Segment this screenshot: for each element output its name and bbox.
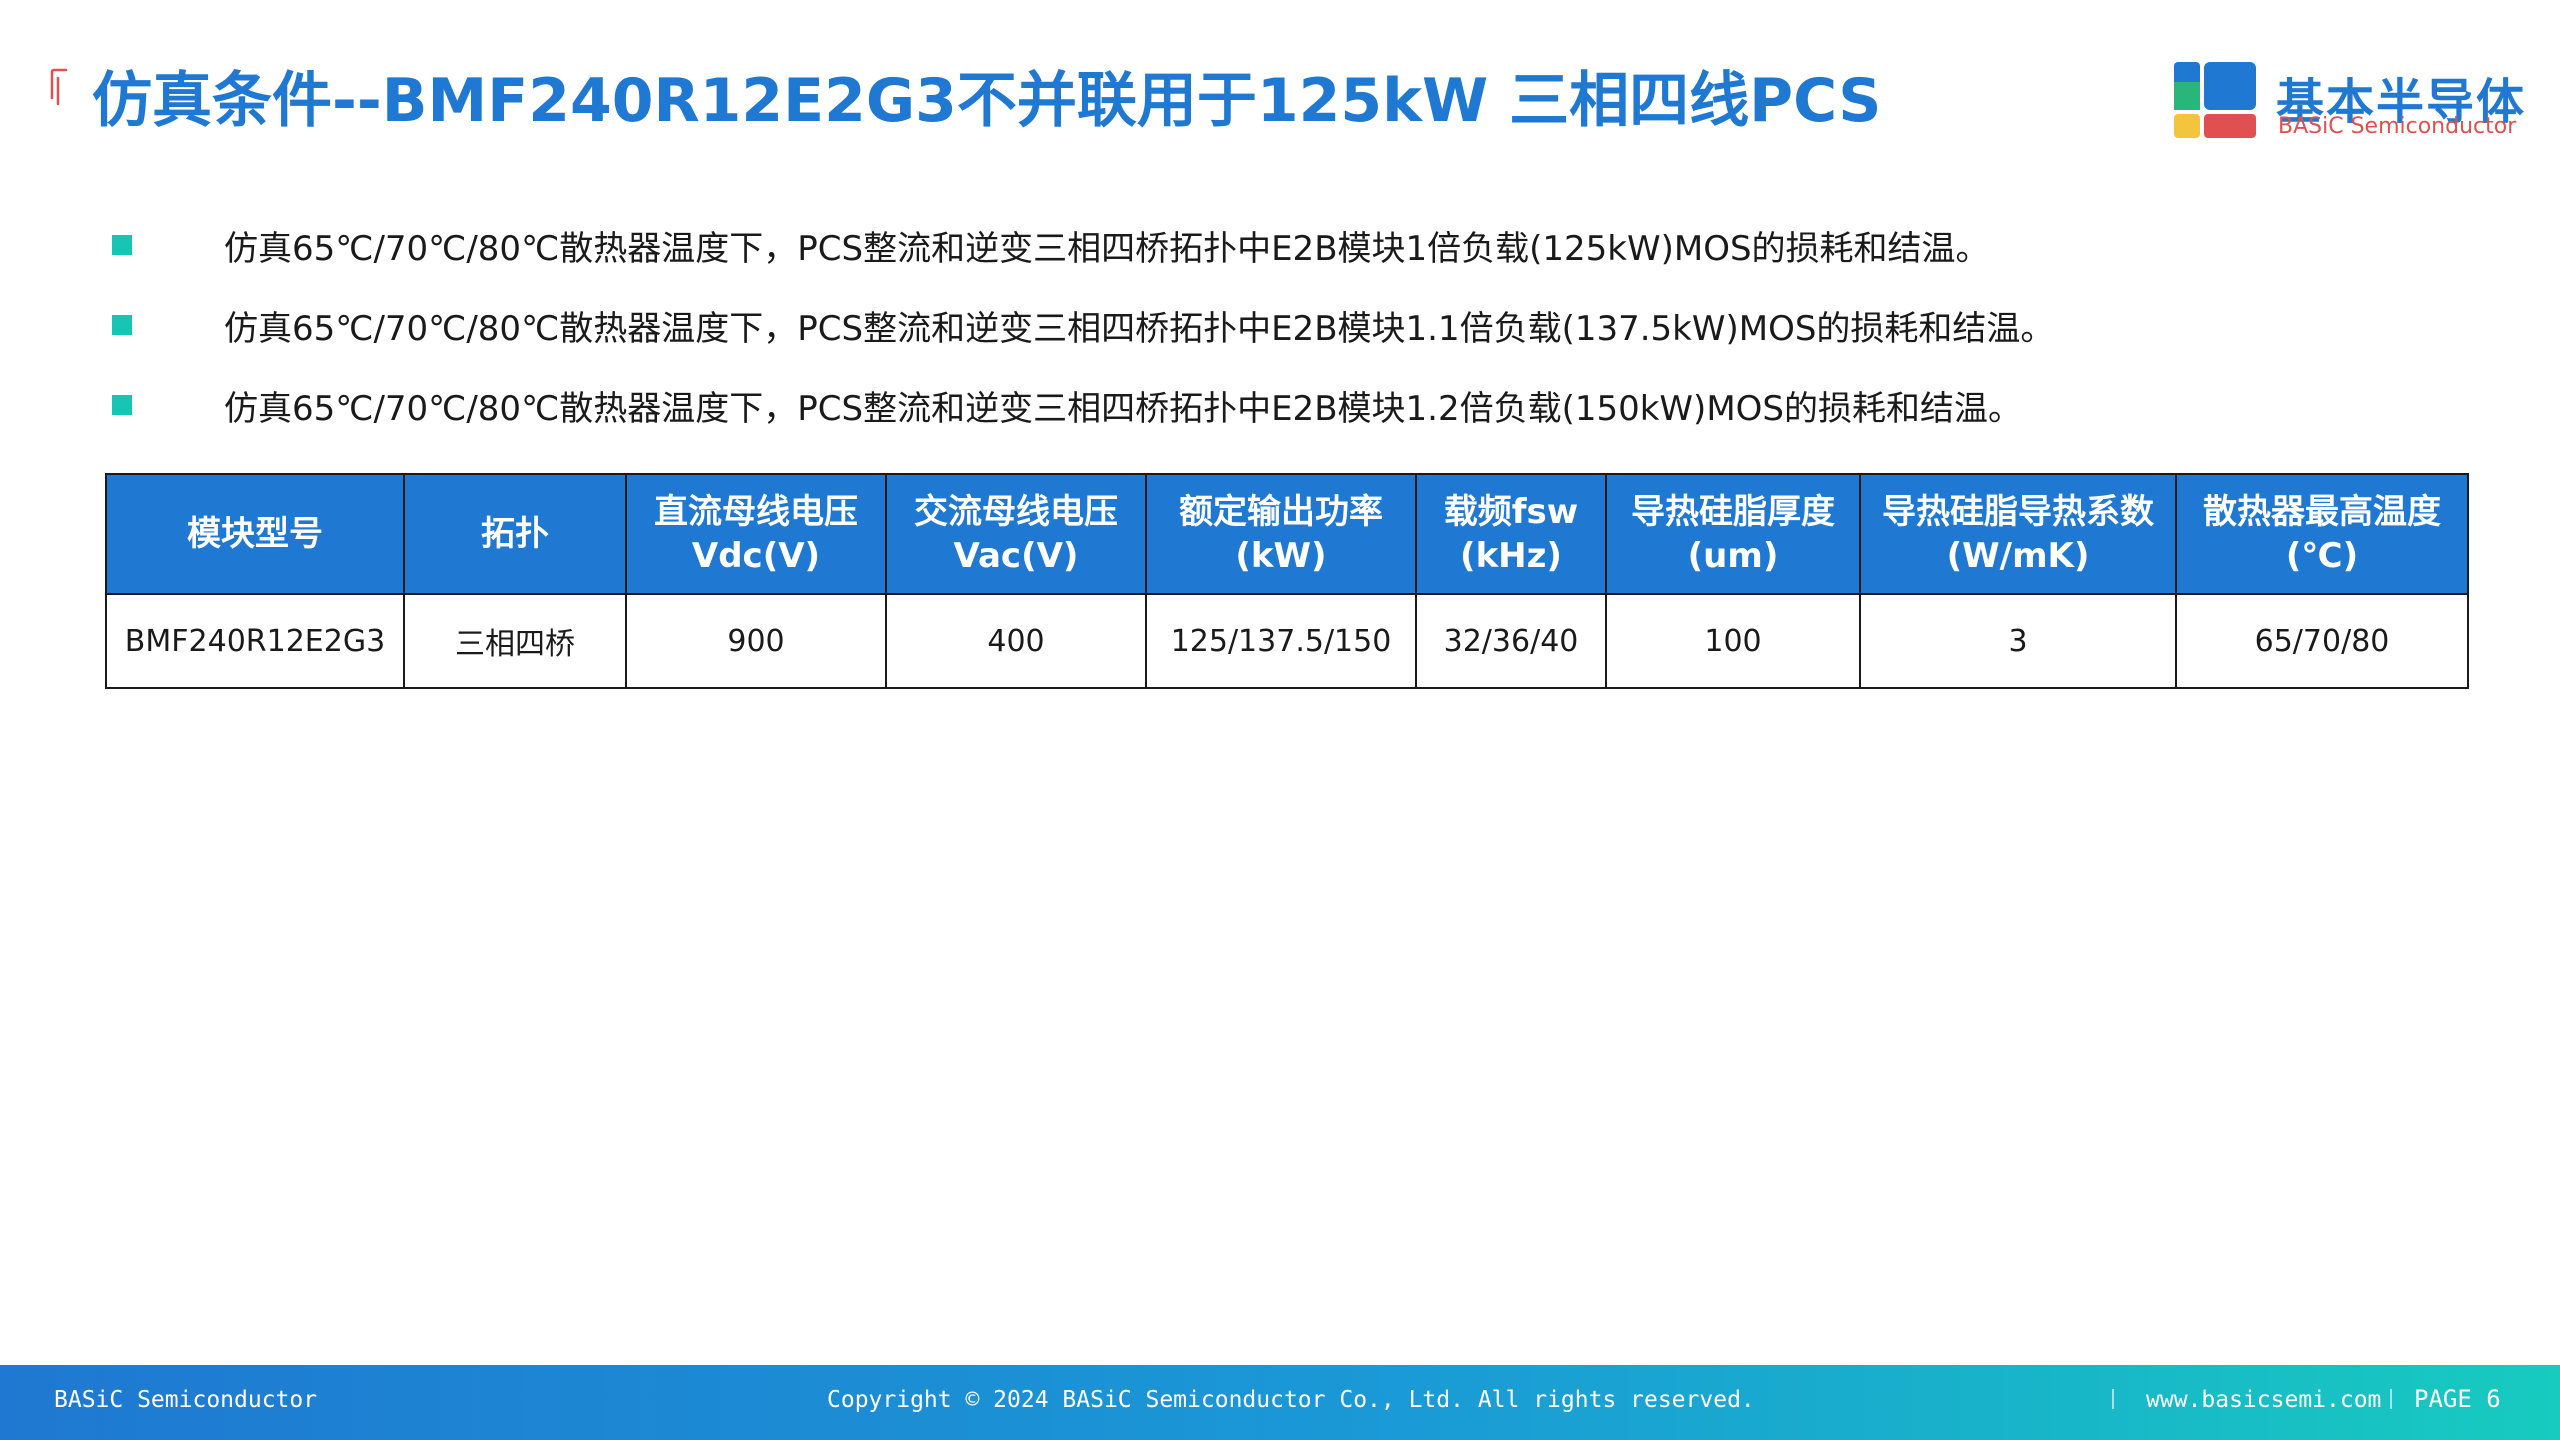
bullet-list: 仿真65℃/70℃/80℃散热器温度下，PCS整流和逆变三相四桥拓扑中E2B模块… xyxy=(112,205,2054,445)
table-cell: 65/70/80 xyxy=(2175,593,2469,689)
table-cell: 3 xyxy=(1859,593,2177,689)
header-cell: 模块型号 xyxy=(105,473,405,595)
header-cell: 交流母线电压 Vac(V) xyxy=(885,473,1147,595)
page-title: 仿真条件--BMF240R12E2G3不并联用于125kW 三相四线PCS xyxy=(92,66,1882,136)
bullet-item: 仿真65℃/70℃/80℃散热器温度下，PCS整流和逆变三相四桥拓扑中E2B模块… xyxy=(112,365,2054,445)
table-cell: 400 xyxy=(885,593,1147,689)
simulation-conditions-table: 模块型号 拓扑 直流母线电压 Vdc(V) 交流母线电压 Vac(V) 额定输出功率… xyxy=(105,473,2469,689)
header-cell: 直流母线电压 Vdc(V) xyxy=(625,473,887,595)
title-bracket-icon xyxy=(50,68,68,106)
table-cell: BMF240R12E2G3 xyxy=(105,593,405,689)
header-cell: 拓扑 xyxy=(403,473,627,595)
footer-company: BASiC Semiconductor xyxy=(54,1387,318,1413)
bullet-text: 仿真65℃/70℃/80℃散热器温度下，PCS整流和逆变三相四桥拓扑中E2B模块… xyxy=(224,308,2055,349)
table-cell: 三相四桥 xyxy=(403,593,627,689)
bullet-text: 仿真65℃/70℃/80℃散热器温度下，PCS整流和逆变三相四桥拓扑中E2B模块… xyxy=(224,388,2022,429)
table-row: BMF240R12E2G3 三相四桥 900 400 125/137.5/150… xyxy=(105,593,2469,689)
header-cell: 散热器最高温度 (℃) xyxy=(2175,473,2469,595)
bullet-square-icon xyxy=(112,395,132,415)
bullet-text: 仿真65℃/70℃/80℃散热器温度下，PCS整流和逆变三相四桥拓扑中E2B模块… xyxy=(224,228,1990,269)
bullet-item: 仿真65℃/70℃/80℃散热器温度下，PCS整流和逆变三相四桥拓扑中E2B模块… xyxy=(112,205,2054,285)
table-cell: 100 xyxy=(1605,593,1861,689)
table-cell: 125/137.5/150 xyxy=(1145,593,1417,689)
footer-bar: BASiC Semiconductor Copyright © 2024 BAS… xyxy=(0,1365,2560,1440)
header-cell: 载频fsw (kHz) xyxy=(1415,473,1607,595)
header-cell: 额定输出功率 (kW) xyxy=(1145,473,1417,595)
footer-copyright: Copyright © 2024 BASiC Semiconductor Co.… xyxy=(827,1387,1755,1413)
footer-website-link[interactable]: www.basicsemi.com xyxy=(2146,1387,2381,1413)
page-number: PAGE 6 xyxy=(2414,1385,2501,1413)
header-cell: 导热硅脂厚度 (um) xyxy=(1605,473,1861,595)
footer-divider xyxy=(2112,1389,2114,1409)
table-cell: 900 xyxy=(625,593,887,689)
bullet-item: 仿真65℃/70℃/80℃散热器温度下，PCS整流和逆变三相四桥拓扑中E2B模块… xyxy=(112,285,2054,365)
bullet-square-icon xyxy=(112,235,132,255)
company-logo: 基本半导体 BASiC Semiconductor xyxy=(2174,62,2524,142)
header-cell: 导热硅脂导热系数 (W/mK) xyxy=(1859,473,2177,595)
table-cell: 32/36/40 xyxy=(1415,593,1607,689)
footer-divider xyxy=(2390,1389,2392,1409)
logo-english-name: BASiC Semiconductor xyxy=(2278,114,2517,139)
bullet-square-icon xyxy=(112,315,132,335)
table-header-row: 模块型号 拓扑 直流母线电压 Vdc(V) 交流母线电压 Vac(V) 额定输出功率… xyxy=(105,473,2469,595)
logo-mark-icon xyxy=(2174,62,2256,138)
